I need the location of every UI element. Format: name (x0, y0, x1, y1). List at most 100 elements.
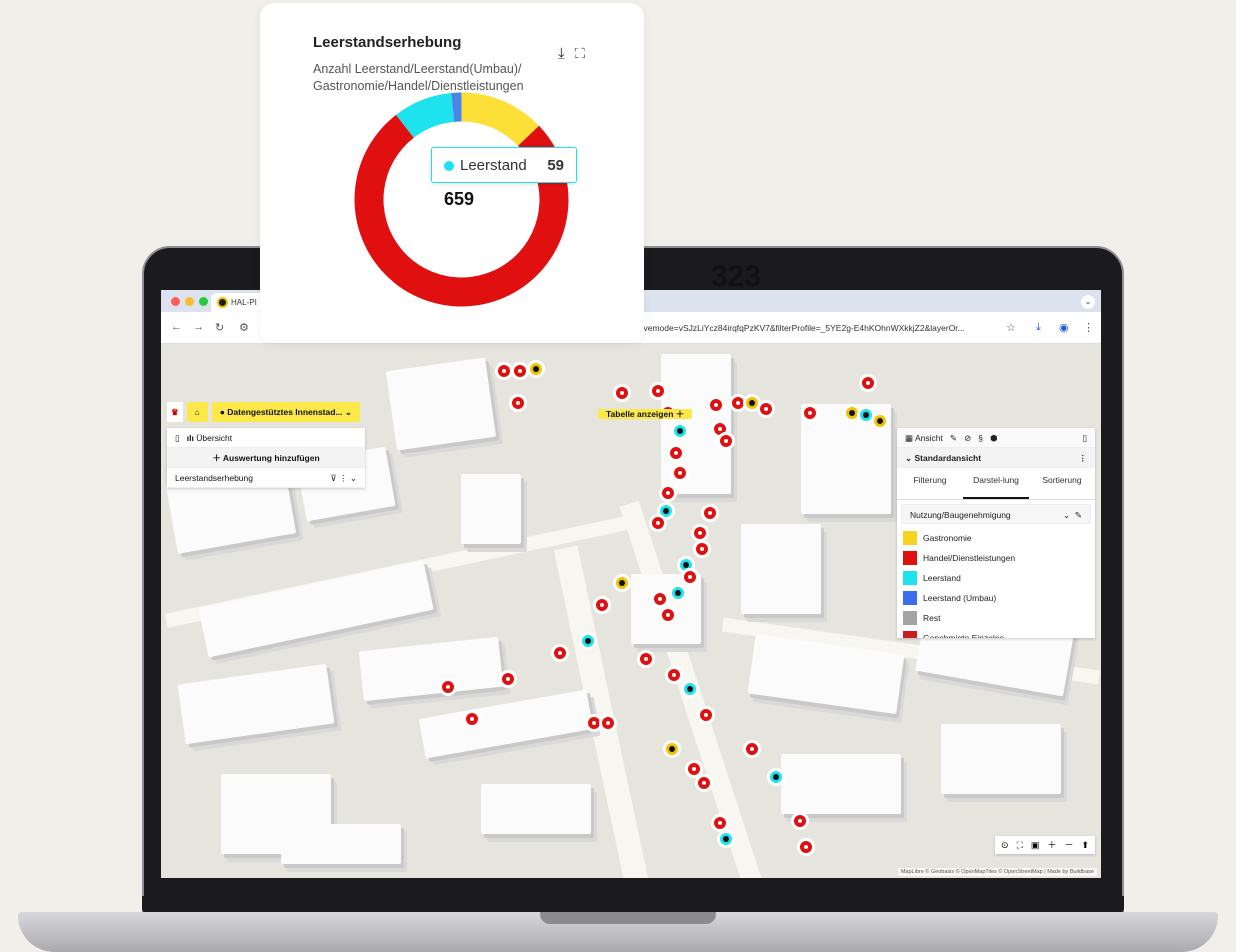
tab-filterung[interactable]: Filterung (897, 468, 963, 499)
map-pin[interactable] (717, 432, 735, 450)
map-pin[interactable] (767, 768, 785, 786)
chevron-down-icon[interactable]: ⌄ (1081, 295, 1095, 309)
tab-view[interactable]: Ansicht (915, 433, 943, 443)
map-pin[interactable] (859, 374, 877, 392)
forward-icon[interactable]: → (193, 321, 204, 333)
map-pin[interactable] (665, 666, 683, 684)
building (198, 560, 434, 658)
map-pin[interactable] (659, 606, 677, 624)
map-pin[interactable] (663, 740, 681, 758)
map-pin[interactable] (599, 714, 617, 732)
legend-list: Gastronomie Handel/Dienstleistungen Leerst… (897, 528, 1095, 638)
map-pin[interactable] (613, 384, 631, 402)
building (941, 724, 1061, 794)
map-pin[interactable] (499, 670, 517, 688)
tab-overview[interactable]: ▯ ılı Übersicht (167, 428, 365, 448)
add-analysis-button[interactable]: ＋ Auswertung hinzufügen (167, 448, 365, 468)
map-pin[interactable] (871, 412, 889, 430)
building (461, 474, 521, 544)
map-pin[interactable] (551, 644, 569, 662)
map-pin[interactable] (757, 400, 775, 418)
site-settings-icon[interactable]: ⚙ (239, 321, 249, 334)
edit-icon[interactable]: ⌄ ✎ (1063, 505, 1082, 525)
map-canvas[interactable]: ♛ ⌂ ● Datengestütztes Innenstad... ⌄ Tab… (161, 344, 1101, 878)
legend-swatch (903, 611, 917, 625)
map-pin[interactable] (697, 706, 715, 724)
map-pin[interactable] (669, 584, 687, 602)
profile-icon[interactable]: ◉ (1059, 321, 1069, 334)
legend-item: Rest (897, 608, 1095, 628)
map-pin[interactable] (463, 710, 481, 728)
layer-thumbnail-icon[interactable]: ▣ (1031, 836, 1040, 854)
map-pin[interactable] (797, 838, 815, 856)
more-icon[interactable]: ⋮ (1079, 448, 1088, 468)
map-pin[interactable] (707, 396, 725, 414)
map-pin[interactable] (693, 540, 711, 558)
close-window-dot[interactable] (171, 297, 180, 306)
maximize-window-dot[interactable] (199, 297, 208, 306)
building (481, 784, 591, 834)
view-header[interactable]: ⌄ Standardansicht ⋮ (897, 448, 1095, 468)
compass-icon[interactable]: ⬆ (1081, 836, 1089, 854)
tooltip-label: Leerstand (460, 157, 527, 174)
download-icon[interactable]: ⤓ (558, 45, 575, 62)
chevron-down-icon: ⌄ (344, 407, 353, 417)
map-pin[interactable] (649, 514, 667, 532)
map-pin[interactable] (791, 812, 809, 830)
map-pin[interactable] (695, 774, 713, 792)
map-pin[interactable] (671, 422, 689, 440)
map-controls: ⊙ ⛶ ▣ ＋ － ⬆ (995, 836, 1095, 854)
map-attribution[interactable]: MapLibre © Geobasis © OpenMapTiles © Ope… (897, 868, 1097, 876)
download-icon[interactable]: ⤓ (1036, 321, 1041, 334)
location-icon[interactable]: ⊙ (1001, 836, 1009, 854)
legend-swatch (903, 571, 917, 585)
map-pin[interactable] (579, 632, 597, 650)
expand-icon[interactable]: ⛶ (575, 45, 596, 62)
collapse-panel-icon[interactable]: ▯ (1082, 428, 1087, 448)
legend-label: Gastronomie (923, 533, 972, 543)
filter-icon[interactable]: ⊽ ⋮ ⌄ (330, 468, 357, 488)
legend-item: Leerstand (Umbau) (897, 588, 1095, 608)
map-pin[interactable] (671, 464, 689, 482)
zoom-in-icon[interactable]: ＋ (1047, 836, 1056, 854)
reload-icon[interactable]: ↻ (215, 321, 224, 334)
tab-sortierung[interactable]: Sortierung (1029, 468, 1095, 499)
right-panel: ▦ Ansicht ✎ ⊘ § ⬢ ▯ ⌄ Standardansicht ⋮ F… (897, 428, 1095, 638)
map-pin[interactable] (681, 568, 699, 586)
tab-darstellung[interactable]: Darstel-lung (963, 468, 1029, 499)
building (781, 754, 901, 814)
legend-swatch (903, 531, 917, 545)
donut-slice[interactable] (354, 114, 569, 307)
attribute-select[interactable]: Nutzung/Baugenehmigung ⌄ ✎ (901, 504, 1091, 524)
map-pin[interactable] (681, 680, 699, 698)
legend-swatch (903, 591, 917, 605)
show-table-button[interactable]: Tabelle anzeigen ＋ (598, 409, 693, 419)
map-pin[interactable] (439, 678, 457, 696)
map-pin[interactable] (637, 650, 655, 668)
project-selector[interactable]: ● Datengestütztes Innenstad... ⌄ (211, 402, 361, 422)
minimize-window-dot[interactable] (185, 297, 194, 306)
view-name: Standardansicht (914, 453, 982, 463)
map-pin[interactable] (701, 504, 719, 522)
menu-icon[interactable]: ⋮ (1083, 321, 1094, 334)
map-pin[interactable] (717, 830, 735, 848)
zoom-out-icon[interactable]: － (1064, 836, 1073, 854)
fullscreen-icon[interactable]: ⛶ (1017, 836, 1023, 854)
map-pin[interactable] (613, 574, 631, 592)
card-actions: ⤓⛶ (558, 45, 595, 62)
map-pin[interactable] (649, 382, 667, 400)
analysis-item[interactable]: Leerstandserhebung ⊽ ⋮ ⌄ (167, 468, 365, 488)
map-pin[interactable] (527, 360, 545, 378)
home-button[interactable]: ⌂ (186, 402, 208, 422)
card-subtitle: Anzahl Leerstand/Leerstand(Umbau)/ Gastr… (313, 62, 524, 93)
map-pin[interactable] (593, 596, 611, 614)
map-pin[interactable] (509, 394, 527, 412)
star-icon[interactable]: ☆ (1006, 321, 1016, 334)
map-pin[interactable] (667, 444, 685, 462)
back-icon[interactable]: ← (171, 321, 182, 333)
map-pin[interactable] (801, 404, 819, 422)
laptop-notch (540, 912, 716, 924)
url-input[interactable]: ctivemode=vSJzLiYcz84irqfqPzKV7&filterPr… (635, 323, 965, 333)
map-pin[interactable] (743, 740, 761, 758)
map-pin[interactable] (659, 484, 677, 502)
